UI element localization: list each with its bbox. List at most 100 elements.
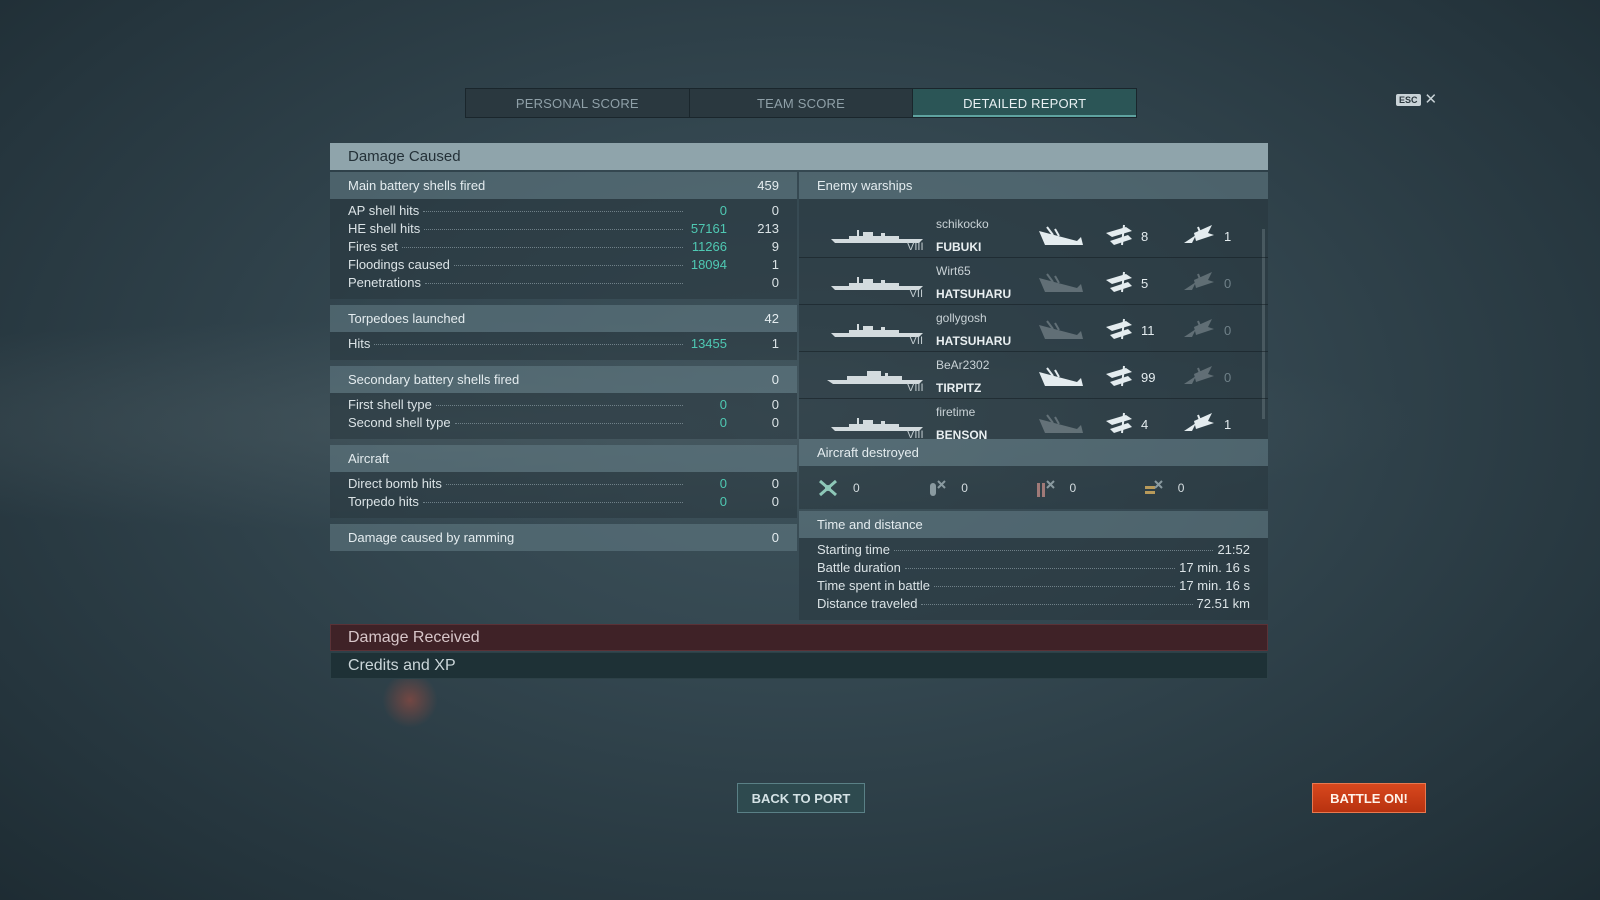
torpedo-hits-icon <box>1184 366 1214 384</box>
tab-team-score[interactable]: TEAM SCORE <box>690 89 914 117</box>
torpedo-bomber-icon <box>1036 479 1055 497</box>
stat-label: Direct bomb hits <box>348 476 442 491</box>
stat-row-penetrations: Penetrations 0 <box>348 275 779 293</box>
ship-tier: VIII <box>907 241 924 253</box>
tab-detailed-report[interactable]: DETAILED REPORT <box>913 89 1137 117</box>
aircraft-destroyed-value: 0 <box>1069 480 1077 495</box>
shell-hits-icon <box>1106 224 1132 246</box>
credits-xp-section[interactable]: Credits and XP <box>330 652 1268 679</box>
main-battery-body: AP shell hits 0 0 HE shell hits 57161 213 Fi… <box>330 199 797 299</box>
torpedo-hits-icon <box>1184 413 1214 431</box>
secondary-label: Secondary battery shells fired <box>348 372 520 387</box>
enemy-ship-row: VIII firetime BENSON 4 1 <box>799 399 1268 439</box>
leader-dots <box>374 344 683 345</box>
aircraft-destroyed-item: 0 <box>817 477 925 499</box>
shell-hits-icon <box>1106 365 1132 387</box>
aircraft-body: Direct bomb hits 0 0 Torpedo hits 0 0 <box>330 472 797 518</box>
stat-label: Hits <box>348 336 371 351</box>
stat-row-torpedo-hits: Hits 13455 1 <box>348 336 779 354</box>
enemy-warships-header: Enemy warships <box>799 172 1268 199</box>
enemy-ship-row: VIII schikocko FUBUKI 8 1 <box>799 211 1268 258</box>
ship-tier: VII <box>909 288 923 300</box>
stat-row-air-torpedo-hits: Torpedo hits 0 0 <box>348 494 779 512</box>
stat-damage: 0 <box>719 397 727 412</box>
esc-close-button[interactable]: ESC ✕ <box>1396 92 1438 107</box>
stat-count: 1 <box>771 257 779 272</box>
torpedoes-body: Hits 13455 1 <box>330 332 797 360</box>
ship-name: HATSUHARU <box>936 287 1012 301</box>
ship-name: TIRPITZ <box>936 381 982 395</box>
shell-hits-icon <box>1106 412 1132 434</box>
shell-hits-value: 4 <box>1141 417 1149 432</box>
torpedoes-label: Torpedoes launched <box>348 311 466 326</box>
leader-dots <box>401 247 683 248</box>
stat-row-first-shell: First shell type 0 0 <box>348 397 779 415</box>
stat-row-bomb-hits: Direct bomb hits 0 0 <box>348 476 779 494</box>
time-distance-header: Time and distance <box>799 511 1268 538</box>
enemy-warships-list[interactable]: VIII schikocko FUBUKI 8 1 VII Wirt65 HATSUHARU 5… <box>799 199 1268 439</box>
time-value: 72.51 km <box>1196 596 1250 611</box>
shell-hits-value: 5 <box>1141 276 1149 291</box>
stat-count: 1 <box>771 336 779 351</box>
damage-received-section[interactable]: Damage Received <box>330 624 1268 651</box>
leader-dots <box>424 229 683 230</box>
time-label: Distance traveled <box>817 596 918 611</box>
aircraft-destroyed-label: Aircraft destroyed <box>817 445 919 460</box>
stat-label: Torpedo hits <box>348 494 419 509</box>
report-tabs: PERSONAL SCORE TEAM SCORE DETAILED REPOR… <box>465 88 1137 118</box>
time-label: Time spent in battle <box>817 578 930 593</box>
ship-player-name: gollygosh <box>936 311 987 325</box>
main-battery-value: 459 <box>757 178 779 193</box>
tab-personal-score[interactable]: PERSONAL SCORE <box>466 89 690 117</box>
torpedo-hits-value: 1 <box>1224 417 1232 432</box>
destroyed-ship-icon <box>1039 367 1083 386</box>
stat-damage: 0 <box>719 415 727 430</box>
torpedo-hits-icon <box>1184 272 1214 290</box>
aircraft-destroyed-item: 0 <box>1034 477 1142 499</box>
time-row-starting-time: Starting time 21:52 <box>817 542 1250 560</box>
background-flare <box>380 670 440 730</box>
stat-damage: 57161 <box>690 221 727 236</box>
time-row-battle-duration: Battle duration 17 min. 16 s <box>817 560 1250 578</box>
torpedoes-value: 42 <box>764 311 779 326</box>
enemy-ship-row: VIII BeAr2302 TIRPITZ 99 0 <box>799 352 1268 399</box>
battle-on-button[interactable]: BATTLE ON! <box>1312 783 1426 813</box>
stat-damage: 0 <box>719 494 727 509</box>
stat-label: Second shell type <box>348 415 451 430</box>
destroyed-ship-icon <box>1039 226 1083 245</box>
time-value: 21:52 <box>1217 542 1250 557</box>
torpedo-hits-value: 0 <box>1224 323 1232 338</box>
aircraft-destroyed-item: 0 <box>1142 477 1250 499</box>
time-row-distance: Distance traveled 72.51 km <box>817 596 1250 614</box>
enemy-warships-label: Enemy warships <box>817 178 913 193</box>
damage-caused-header[interactable]: Damage Caused <box>330 143 1268 170</box>
fighter-plane-icon <box>819 479 837 496</box>
stat-label: Penetrations <box>348 275 421 290</box>
ship-tier: VII <box>909 335 923 347</box>
time-label: Starting time <box>817 542 890 557</box>
ship-player-name: BeAr2302 <box>936 358 990 372</box>
shell-hits-value: 99 <box>1141 370 1156 385</box>
shell-hits-icon <box>1106 318 1132 340</box>
leader-dots <box>454 423 683 424</box>
enemy-and-time-panel: Enemy warships VIII schikocko FUBUKI 8 1 VII W… <box>799 172 1268 620</box>
enemy-ship-row: VII Wirt65 HATSUHARU 5 0 <box>799 258 1268 305</box>
aircraft-destroyed-value: 0 <box>853 480 860 495</box>
stat-count: 9 <box>771 239 779 254</box>
ship-tier: VIII <box>907 429 924 439</box>
esc-key-label: ESC <box>1396 94 1421 106</box>
time-row-time-spent: Time spent in battle 17 min. 16 s <box>817 578 1250 596</box>
back-to-port-button[interactable]: BACK TO PORT <box>737 783 865 813</box>
stat-count: 0 <box>771 203 779 218</box>
torpedo-hits-icon <box>1184 319 1214 337</box>
torpedoes-header: Torpedoes launched 42 <box>330 305 797 332</box>
stat-label: First shell type <box>348 397 432 412</box>
leader-dots <box>423 211 683 212</box>
close-icon[interactable]: ✕ <box>1425 92 1438 107</box>
time-distance-label: Time and distance <box>817 517 923 532</box>
enemy-ship-row: VII gollygosh HATSUHARU 11 0 <box>799 305 1268 352</box>
spotter-plane-icon <box>1144 479 1163 494</box>
stat-damage: 13455 <box>690 336 727 351</box>
ramming-value: 0 <box>771 530 779 545</box>
stat-count: 0 <box>771 494 779 509</box>
